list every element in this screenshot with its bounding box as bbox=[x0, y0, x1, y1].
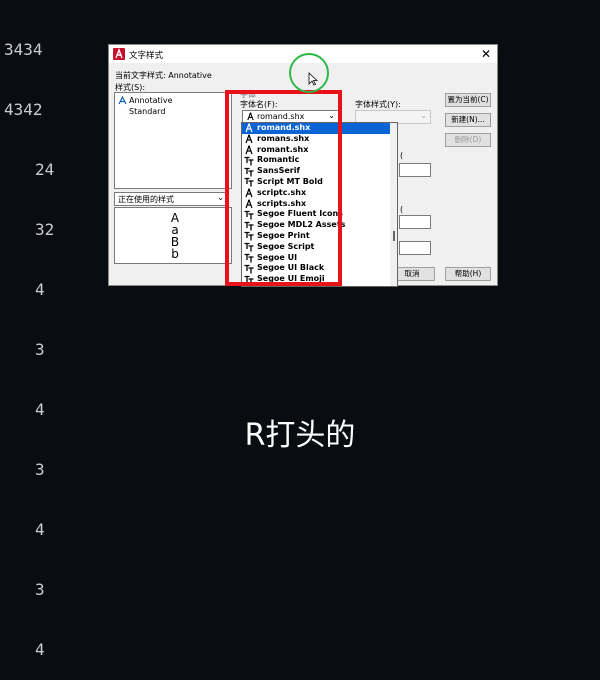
dialog-title: 文字样式 bbox=[129, 51, 164, 61]
bg-number: 24 bbox=[35, 160, 55, 179]
bg-number: 4 bbox=[35, 640, 45, 659]
field-label-fragment: ( bbox=[400, 205, 404, 214]
bg-number: 4 bbox=[35, 520, 45, 539]
bg-number: 3 bbox=[35, 580, 45, 599]
preview-text: AaBb bbox=[170, 212, 180, 260]
video-subtitle: R打头的 bbox=[244, 418, 356, 453]
autocad-logo-icon bbox=[113, 48, 125, 60]
highlight-box bbox=[225, 90, 342, 286]
style-item-label: Annotative bbox=[129, 96, 173, 105]
style-item-standard[interactable]: Standard bbox=[129, 107, 165, 116]
bg-number: 4 bbox=[35, 280, 45, 299]
field-label-fragment: ( bbox=[400, 151, 404, 160]
font-style-label: 字体样式(Y): bbox=[355, 100, 401, 109]
styles-list[interactable]: Annotative Standard bbox=[114, 92, 232, 189]
bg-number: 3434 bbox=[4, 40, 43, 59]
bg-number: 4342 bbox=[4, 100, 43, 119]
help-button[interactable]: 帮助(H) bbox=[445, 267, 491, 281]
oblique-angle-field[interactable] bbox=[399, 241, 431, 255]
delete-button[interactable]: 删除(D) bbox=[445, 133, 491, 147]
set-current-button[interactable]: 置为当前(C) bbox=[445, 93, 491, 107]
close-icon[interactable]: ✕ bbox=[481, 47, 491, 61]
new-button[interactable]: 新建(N)... bbox=[445, 113, 491, 127]
background-number-column: 3434 4342 24 32 4 3 4 3 4 3 4 bbox=[0, 0, 54, 680]
bg-number: 3 bbox=[35, 340, 45, 359]
style-item-label: Standard bbox=[129, 107, 166, 116]
scrollbar-thumb[interactable] bbox=[393, 231, 395, 241]
width-factor-field[interactable] bbox=[399, 215, 431, 229]
current-style-label: 当前文字样式: Annotative bbox=[115, 71, 212, 80]
bg-number: 3 bbox=[35, 460, 45, 479]
dropdown-scrollbar[interactable] bbox=[390, 123, 397, 286]
preview-box: AaBb bbox=[114, 207, 232, 264]
chevron-down-icon: ⌄ bbox=[217, 193, 224, 202]
bg-number: 32 bbox=[35, 220, 55, 239]
height-field[interactable] bbox=[399, 163, 431, 177]
mouse-cursor-icon bbox=[308, 72, 318, 86]
style-item-annotative[interactable]: Annotative bbox=[118, 96, 173, 105]
filter-value: 正在使用的样式 bbox=[118, 195, 174, 204]
chevron-down-icon: ⌄ bbox=[420, 111, 427, 120]
style-filter-select[interactable]: 正在使用的样式 ⌄ bbox=[114, 192, 228, 206]
annotative-icon bbox=[118, 96, 127, 105]
